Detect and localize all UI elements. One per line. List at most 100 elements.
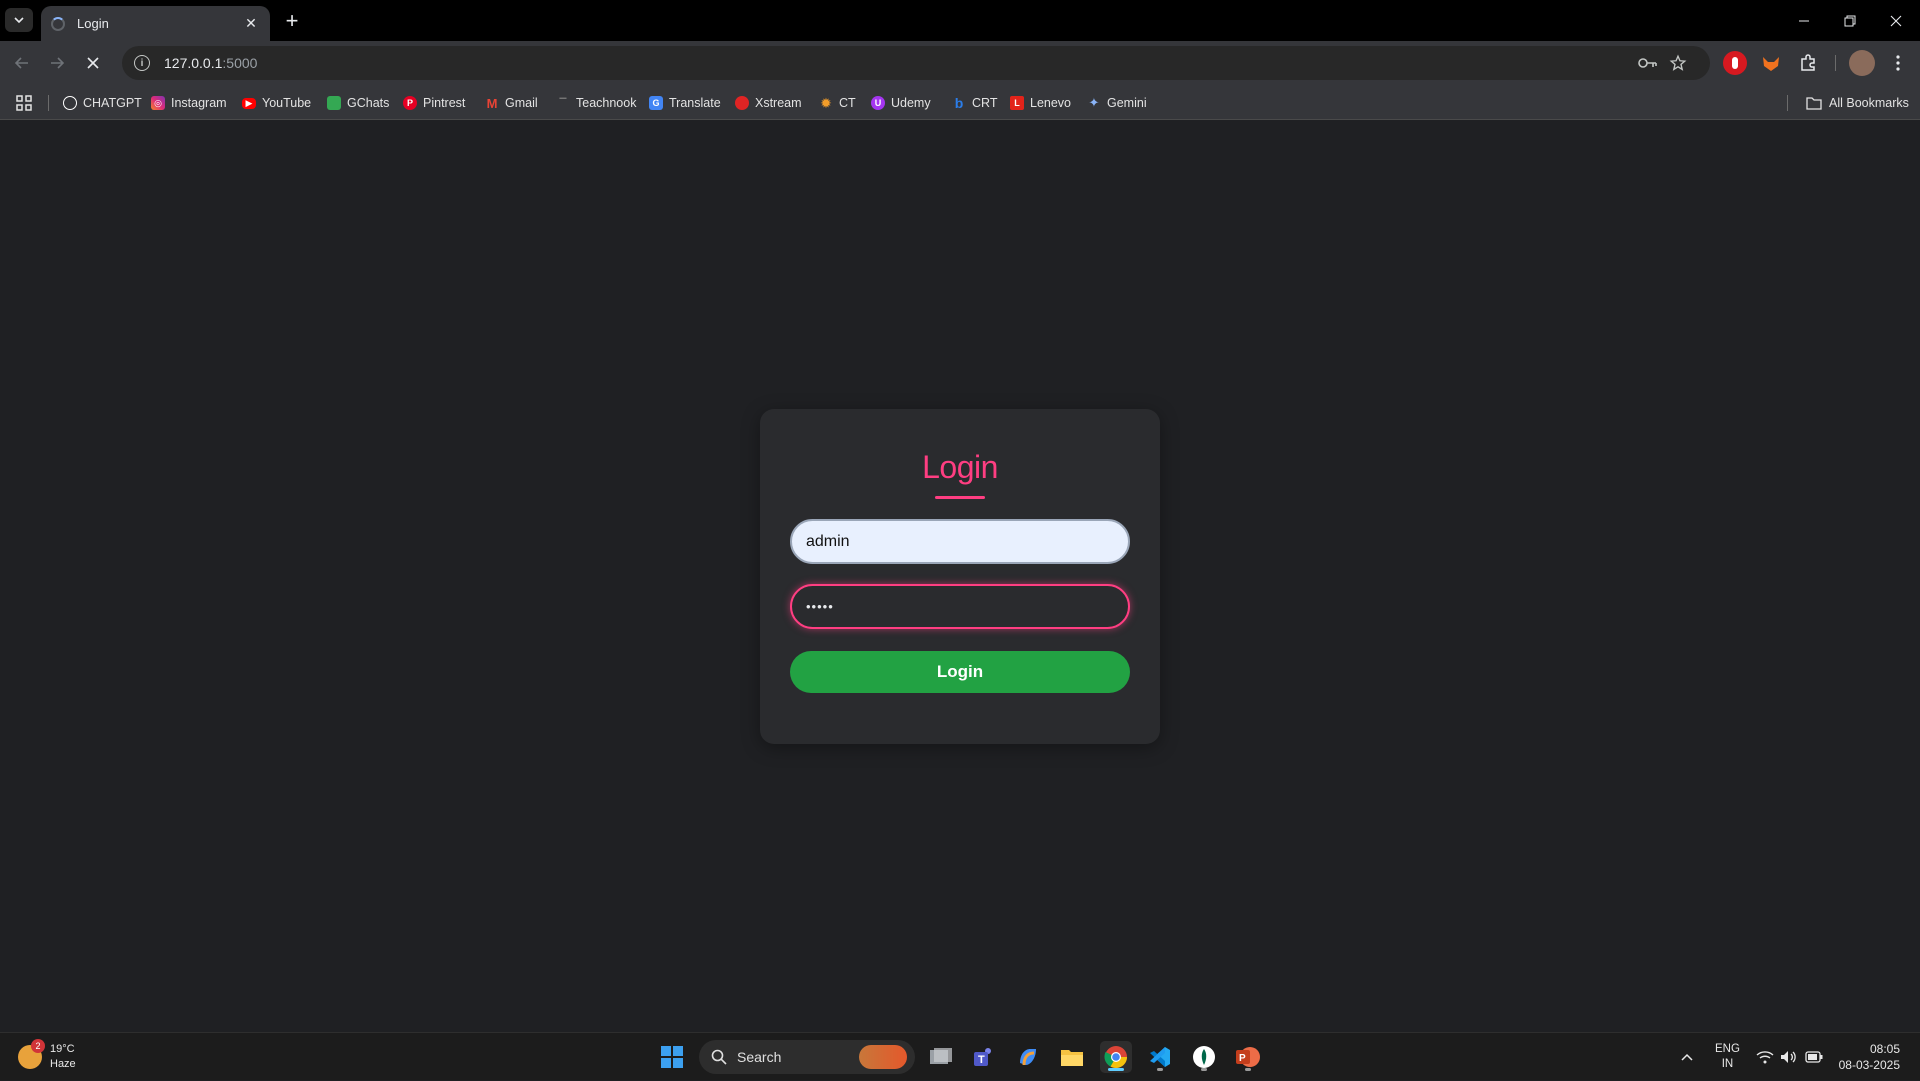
login-card: Login admin ••••• Login [760, 409, 1160, 744]
password-key-icon[interactable] [1638, 46, 1658, 80]
page-content: Login admin ••••• Login [0, 121, 1920, 1032]
translate-icon: G [649, 96, 663, 110]
bookmark-label: CHATGPT [83, 96, 142, 110]
minimize-icon [1799, 20, 1809, 21]
svg-text:T: T [978, 1054, 985, 1066]
teams-button[interactable]: T [968, 1041, 1000, 1073]
clock-time: 08:05 [1869, 1042, 1900, 1056]
bookmark-youtube[interactable]: ▶ YouTube [242, 92, 311, 114]
bookmark-pintrest[interactable]: P Pintrest [403, 92, 465, 114]
extension-red-icon[interactable] [1723, 51, 1747, 75]
pinterest-icon: P [403, 96, 417, 110]
start-button[interactable] [656, 1041, 688, 1073]
ct-icon: ✹ [820, 94, 832, 111]
bookmark-instagram[interactable]: ◎ Instagram [151, 92, 227, 114]
task-view-button[interactable] [925, 1041, 957, 1073]
system-clock[interactable]: 08:05 08-03-2025 [1828, 1041, 1900, 1073]
weather-badge: 2 [31, 1039, 45, 1053]
chrome-button[interactable] [1100, 1041, 1132, 1073]
weather-temperature: 19°C [50, 1043, 75, 1055]
heading-underline [935, 496, 985, 499]
chatgpt-icon [63, 96, 77, 110]
instagram-icon: ◎ [151, 96, 165, 110]
back-button[interactable] [8, 49, 36, 77]
taskbar-search[interactable]: Search [699, 1040, 915, 1074]
extensions-puzzle-icon[interactable] [1796, 51, 1820, 75]
volume-icon[interactable] [1780, 1033, 1798, 1081]
bookmark-label: CRT [972, 96, 998, 110]
vscode-button[interactable] [1144, 1041, 1176, 1073]
folder-icon [1806, 97, 1822, 110]
bookmark-teachnook[interactable]: ▔ Teachnook [556, 92, 637, 114]
bookmark-gchats[interactable]: GChats [327, 92, 389, 114]
extension-fox-icon[interactable] [1759, 51, 1783, 75]
all-bookmarks-button[interactable]: All Bookmarks [1806, 92, 1909, 114]
weather-haze-icon: 2 [18, 1039, 45, 1069]
close-icon [1890, 15, 1902, 26]
arrow-right-icon [51, 57, 65, 69]
bookmark-label: GChats [347, 96, 390, 110]
battery-icon[interactable] [1805, 1033, 1823, 1081]
bookmark-lenevo[interactable]: L Lenevo [1010, 92, 1071, 114]
address-bar[interactable]: i 127.0.0.1:5000 [122, 46, 1710, 80]
bookmark-label: Instagram [171, 96, 227, 110]
search-icon [711, 1049, 727, 1065]
bookmark-translate[interactable]: G Translate [649, 92, 721, 114]
crt-icon: b [954, 95, 964, 111]
bookmark-chatgpt[interactable]: CHATGPT [63, 92, 142, 114]
vscode-icon [1150, 1047, 1170, 1067]
bookmark-ct[interactable]: ✹ CT [819, 92, 856, 114]
bookmark-star-icon[interactable] [1669, 46, 1687, 80]
profile-avatar[interactable] [1849, 50, 1875, 76]
powerpoint-button[interactable]: P [1232, 1041, 1264, 1073]
bookmarks-bar: CHATGPT ◎ Instagram ▶ YouTube GChats P P… [0, 85, 1920, 120]
bookmark-label: YouTube [262, 96, 312, 110]
new-tab-button[interactable]: + [280, 9, 304, 33]
tab-strip: Login ✕ + [0, 0, 1920, 41]
bookmarks-divider [1787, 95, 1788, 111]
mongodb-compass-button[interactable] [1188, 1041, 1220, 1073]
tab-search-button[interactable] [5, 8, 33, 32]
bookmark-crt[interactable]: b CRT [952, 92, 998, 114]
tab-close-icon[interactable]: ✕ [242, 15, 260, 33]
stop-loading-button[interactable] [79, 49, 107, 77]
chevron-up-icon [1681, 1053, 1693, 1061]
lenovo-icon: L [1010, 96, 1024, 110]
task-view-icon [930, 1048, 952, 1064]
close-window-button[interactable] [1868, 0, 1920, 41]
copilot-button[interactable] [1012, 1041, 1044, 1073]
file-explorer-button[interactable] [1056, 1041, 1088, 1073]
wifi-icon[interactable] [1756, 1033, 1774, 1081]
tab-title: Login [77, 16, 109, 31]
password-input[interactable]: ••••• [790, 584, 1130, 629]
weather-description: Haze [50, 1058, 76, 1070]
bookmark-udemy[interactable]: U Udemy [871, 92, 931, 114]
bookmark-label: Gmail [505, 96, 538, 110]
windows-logo-icon [661, 1046, 683, 1068]
site-info-icon[interactable]: i [134, 55, 150, 71]
weather-widget[interactable]: 2 19°C Haze [18, 1039, 76, 1075]
username-input[interactable]: admin [790, 519, 1130, 564]
running-indicator [1201, 1068, 1207, 1071]
language-indicator[interactable]: ENG IN [1715, 1033, 1740, 1081]
apps-grid-icon[interactable] [16, 92, 32, 114]
show-hidden-icons-button[interactable] [1680, 1033, 1694, 1081]
xstream-icon [735, 96, 749, 110]
bookmarks-divider [48, 95, 49, 111]
running-indicator [1157, 1068, 1163, 1071]
bookmark-xstream[interactable]: Xstream [735, 92, 802, 114]
copilot-icon [1020, 1049, 1036, 1066]
bookmark-label: Xstream [755, 96, 802, 110]
login-button[interactable]: Login [790, 651, 1130, 693]
bookmark-gemini[interactable]: ✦ Gemini [1087, 92, 1147, 114]
bookmark-label: Udemy [891, 96, 931, 110]
more-menu-icon[interactable] [1886, 51, 1910, 75]
forward-button[interactable] [43, 49, 71, 77]
gchat-icon [327, 96, 341, 110]
teachnook-icon: ▔ [559, 97, 567, 108]
tab-login[interactable]: Login ✕ [41, 6, 270, 41]
bookmark-label: Translate [669, 96, 721, 110]
bookmark-gmail[interactable]: M Gmail [485, 92, 538, 114]
bookmark-label: Teachnook [576, 96, 637, 110]
login-heading: Login [922, 449, 998, 485]
